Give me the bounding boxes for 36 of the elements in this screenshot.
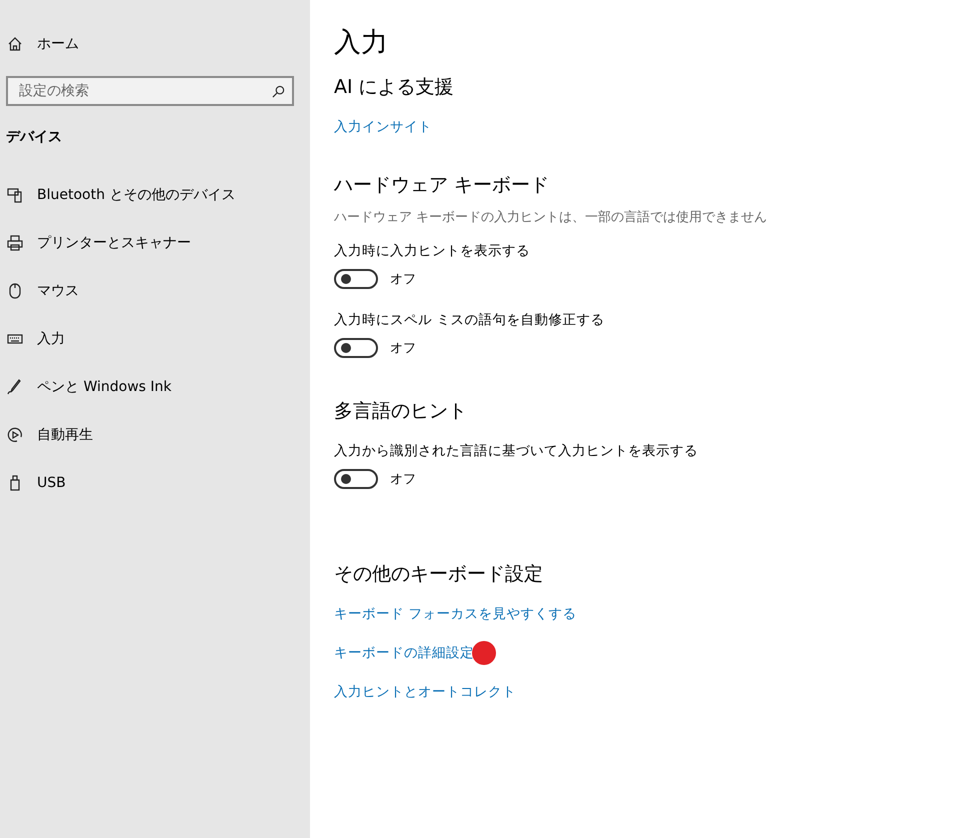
- setting-label: 入力時にスペル ミスの語句を自動修正する: [334, 311, 606, 329]
- sidebar-item[interactable]: 入力: [0, 326, 310, 352]
- section-title: デバイス: [6, 128, 63, 146]
- toggle-state: オフ: [390, 340, 416, 357]
- settings-link[interactable]: 入力インサイト: [334, 118, 432, 136]
- setting-label: 入力から識別された言語に基づいて入力ヒントを表示する: [334, 442, 699, 460]
- sidebar-item[interactable]: USB: [0, 470, 310, 496]
- setting-label: 入力時に入力ヒントを表示する: [334, 242, 531, 260]
- toggle-switch[interactable]: [334, 269, 378, 289]
- sidebar-item[interactable]: プリンターとスキャナー: [0, 230, 310, 256]
- home-icon: [7, 36, 23, 52]
- sidebar-item[interactable]: Bluetooth とその他のデバイス: [0, 182, 310, 208]
- toggle-state: オフ: [390, 471, 416, 488]
- keyboard-device-icon: [7, 187, 23, 203]
- section-heading: その他のキーボード設定: [334, 562, 544, 587]
- settings-link[interactable]: キーボードの詳細設定: [334, 644, 474, 662]
- toggle-state: オフ: [390, 271, 416, 288]
- section-heading: AI による支援: [334, 75, 455, 100]
- search-icon: [272, 85, 285, 98]
- sidebar-item[interactable]: 自動再生: [0, 422, 310, 448]
- sidebar-item[interactable]: ペンと Windows Ink: [0, 374, 310, 400]
- section-heading: 多言語のヒント: [334, 399, 468, 424]
- mouse-icon: [7, 283, 23, 299]
- section-description: ハードウェア キーボードの入力ヒントは、一部の言語では使用できません: [334, 209, 768, 226]
- toggle-switch[interactable]: [334, 338, 378, 358]
- toggle-switch[interactable]: [334, 469, 378, 489]
- settings-link[interactable]: キーボード フォーカスを見やすくする: [334, 605, 576, 623]
- sidebar-item[interactable]: マウス: [0, 278, 310, 304]
- printer-icon: [7, 235, 23, 251]
- page-title: 入力: [334, 26, 389, 60]
- home-nav-item[interactable]: ホーム: [0, 31, 310, 57]
- section-heading: ハードウェア キーボード: [334, 173, 550, 198]
- pen-icon: [7, 379, 23, 395]
- search-field[interactable]: 設定の検索: [6, 76, 294, 106]
- play-circle-icon: [7, 427, 23, 443]
- settings-link[interactable]: 入力ヒントとオートコレクト: [334, 683, 516, 701]
